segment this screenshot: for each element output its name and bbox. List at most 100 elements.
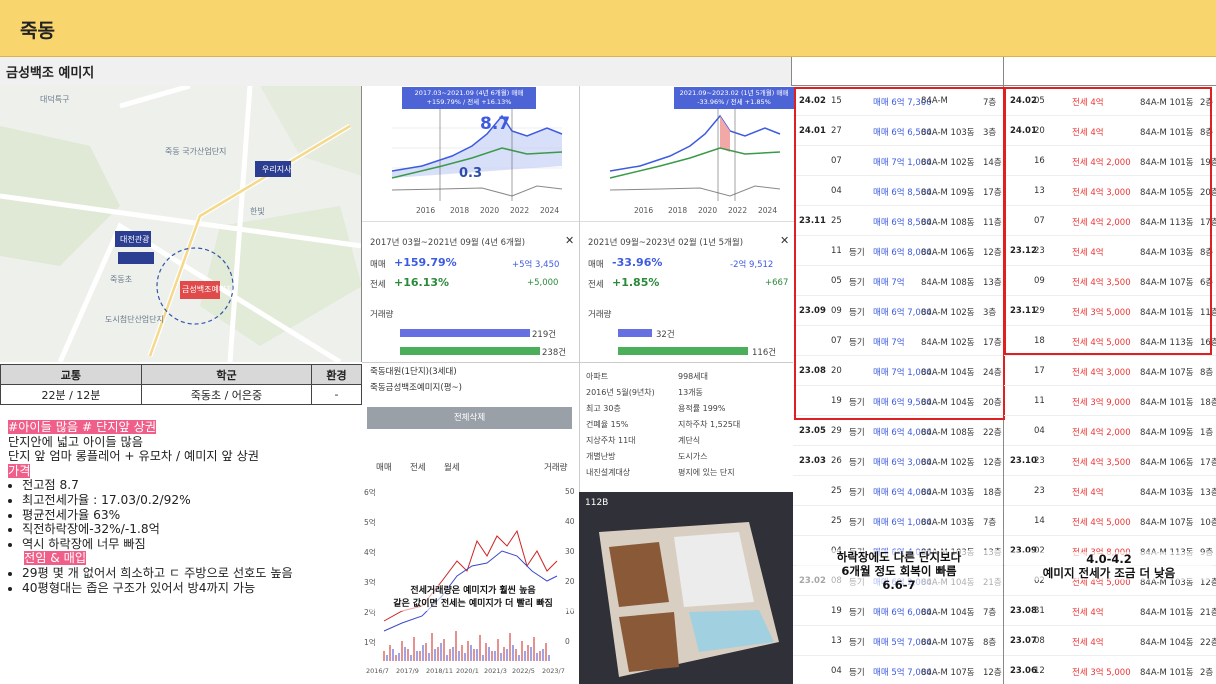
tick: 2016 xyxy=(634,206,654,215)
row-info: 84A-M 104동 xyxy=(1140,638,1194,648)
x-label: 2016/7 xyxy=(366,667,389,675)
chart2-period: 2021년 09월~2023년 02월 (1년 5개월) xyxy=(588,238,744,248)
rent-label: 전세 xyxy=(588,280,604,290)
info-table: 교통 학군 환경 22분 / 12분 죽동초 / 어은중 - xyxy=(0,364,362,405)
transaction-chart: 죽동대원(1단지)(3세대) 죽동금성백조예미지(평~) 전체삭제 매매 전세 … xyxy=(362,362,579,684)
row-fl: 1층 xyxy=(1200,428,1214,438)
row-fl: 18층 xyxy=(983,488,1002,498)
row-info: 84A-M 106동 xyxy=(1140,458,1194,468)
row-fl: 13층 xyxy=(1200,488,1216,498)
rents-caption: 4.0-4.2 예미지 전세가 조금 더 낮음 xyxy=(1006,552,1212,580)
transaction-row: 23.10 23 전세 4억 3,500 84A-M 106동 17층 xyxy=(1004,446,1216,476)
transaction-row: 23.07 08 전세 4억 84A-M 104동 22층 xyxy=(1004,626,1216,656)
row-fl: 8층 xyxy=(983,638,997,648)
row-ym: 23.05 xyxy=(799,426,826,436)
sales-caption: 하락장에도 다른 단지보다 6개월 정도 회복이 빠름 6.6-7 xyxy=(796,550,1002,592)
row-info: 84A-M 103동 xyxy=(921,488,975,498)
map-label: 우리지사 xyxy=(262,165,292,174)
x-label: 2017/9 xyxy=(396,667,419,675)
vol-bar-sale xyxy=(400,329,530,337)
fact-item: 아파트 xyxy=(586,372,609,381)
row-d: 08 xyxy=(1034,636,1045,646)
chart1-annotation: 2017.03~2021.09 (4년 6개월) 매매 +159.79% / 전… xyxy=(402,87,536,109)
transaction-row: 04 전세 4억 2,000 84A-M 109동 1층 xyxy=(1004,416,1216,446)
row-d: 14 xyxy=(1034,516,1045,526)
tick: 2024 xyxy=(758,206,778,215)
row-info: 84A-M 108동 xyxy=(921,428,975,438)
row-info: 84A-M 103동 xyxy=(921,518,975,528)
row-d: 12 xyxy=(1034,666,1045,676)
row-price: 전세 4억 2,000 xyxy=(1072,428,1131,438)
price-chart-2: 2021.09~2023.02 (1년 5개월) 매매 -33.96% / 전세… xyxy=(579,86,796,362)
chart1-peak: 8.7 xyxy=(480,114,511,134)
tick: 2022 xyxy=(728,206,748,215)
row-info: 84A-M 107동 xyxy=(921,638,975,648)
row-d: 29 xyxy=(831,426,842,436)
vol-sale: 219건 xyxy=(532,330,557,340)
row-fl: 22층 xyxy=(1200,638,1216,648)
vol-rent: 238건 xyxy=(542,348,567,358)
map-label: 한빛 xyxy=(250,207,265,216)
page-title: 죽동 xyxy=(20,20,55,42)
floor-plan-label: 112B xyxy=(585,498,609,508)
row-price: 전세 4억 xyxy=(1072,638,1104,648)
vol-bar-sale xyxy=(618,329,652,337)
complex-name: 금성백조 예미지 xyxy=(6,66,95,81)
location-map[interactable]: 우리지사 죽동 국가산업단지 대덕특구 금성백조예미지 대전관광 도시첨단산업단… xyxy=(0,86,362,362)
row-info: 84A-M 101동 xyxy=(1140,608,1194,618)
fact-item: 2016년 5월(9년차) xyxy=(586,388,655,397)
row-fl: 22층 xyxy=(983,428,1002,438)
row-d: 23 xyxy=(1034,486,1045,496)
row-fl: 8층 xyxy=(1200,368,1214,378)
table-cell: - xyxy=(311,384,362,405)
note-bullet: 전고점 8.7 xyxy=(22,478,358,493)
tick: 2018 xyxy=(668,206,688,215)
map-label: 죽동 국가산업단지 xyxy=(165,147,227,156)
vol-title: 거래량 xyxy=(370,310,394,320)
legend-item: 죽동대원(1단지)(3세대) xyxy=(370,367,457,377)
complex-facts: 아파트 2016년 5월(9년차) 최고 30층 건폐율 15% 지상주차 11… xyxy=(579,362,793,492)
note-bullet: 직전하락장에-32%/-1.8억 xyxy=(22,522,358,537)
row-fl: 18층 xyxy=(1200,398,1216,408)
row-info: 84A-M 101동 xyxy=(1140,398,1194,408)
row-fl: 21층 xyxy=(1200,608,1216,618)
transaction-row: 19 등기 매매 6억 6,000 84A-M 104동 7층 xyxy=(793,596,1003,626)
row-ym: 23.10 xyxy=(1010,456,1037,466)
row-info: 84A-M 102동 xyxy=(921,458,975,468)
row-ym: 23.07 xyxy=(1010,636,1037,646)
floor-plan[interactable]: 112B xyxy=(579,492,793,684)
row-ym: 23.08 xyxy=(1010,606,1037,616)
row-d: 31 xyxy=(1034,606,1045,616)
row-d: 04 xyxy=(831,666,842,676)
rent-label: 전세 xyxy=(370,280,386,290)
table-header: 학군 xyxy=(140,364,313,385)
fact-item: 내진설계대상 xyxy=(586,468,631,477)
row-info: 84A-M 107동 xyxy=(1140,368,1194,378)
y2-label: 30 xyxy=(565,547,575,556)
row-fl: 7층 xyxy=(983,518,997,528)
transaction-row: 23.06 12 전세 3억 5,000 84A-M 101동 2층 xyxy=(1004,656,1216,684)
table-cell: 22분 / 12분 xyxy=(0,384,142,405)
row-fl: 7층 xyxy=(983,608,997,618)
highlight-box xyxy=(1004,87,1212,355)
row-d: 13 xyxy=(831,636,842,646)
vol-title: 거래량 xyxy=(588,310,612,320)
table-header: 환경 xyxy=(311,364,362,385)
fact-item: 계단식 xyxy=(678,436,701,445)
close-icon[interactable]: ✕ xyxy=(565,234,574,247)
chart3-caption: 전세거래량은 예미지가 훨씬 높음 같은 값이면 전세는 예미지가 더 빨리 빠… xyxy=(370,585,576,611)
sale-pct: -33.96% xyxy=(612,256,663,269)
price-tag: 가격 xyxy=(8,463,31,478)
delete-all-button[interactable]: 전체삭제 xyxy=(367,407,572,429)
x-label: 2023/7 xyxy=(542,667,565,675)
note-bullet: 최고전세가율 : 17.03/0.2/92% xyxy=(22,493,358,508)
vol-bar-rent xyxy=(618,347,748,355)
row-tag: 등기 xyxy=(849,608,865,618)
y-label: 4억 xyxy=(364,548,376,557)
close-icon[interactable]: ✕ xyxy=(780,234,789,247)
fact-item: 용적률 199% xyxy=(678,404,726,413)
row-d: 25 xyxy=(831,486,842,496)
complex-row: 금성백조 예미지 xyxy=(0,57,1216,86)
sale-amt: +5억 3,450 xyxy=(512,260,560,270)
floor-plan-graphic xyxy=(579,492,793,684)
